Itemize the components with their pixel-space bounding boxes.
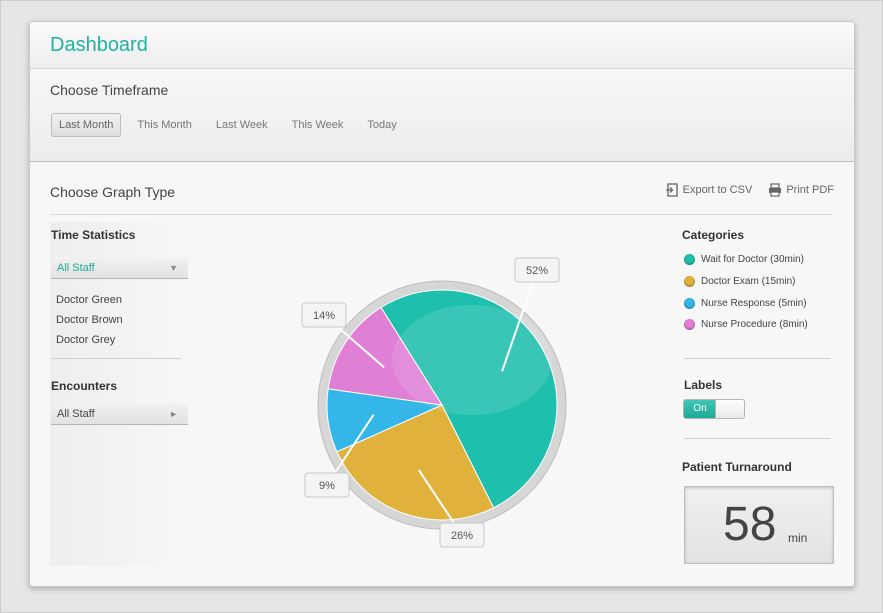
divider	[684, 438, 830, 439]
graph-actions: Export to CSV Print PDF	[665, 183, 834, 197]
tab-last-month[interactable]: Last Month	[51, 113, 122, 137]
legend-dot	[684, 276, 695, 287]
divider	[51, 358, 181, 359]
divider	[684, 358, 830, 359]
categories-label: Categories	[682, 228, 745, 242]
list-item[interactable]: Doctor Green	[56, 290, 123, 310]
legend-item-nurse-procedure: Nurse Procedure (8min)	[684, 319, 808, 330]
pie-chart: 52% 26% 9% 14%	[210, 232, 660, 572]
legend-dot	[684, 254, 695, 265]
labels-label: Labels	[684, 378, 723, 392]
print-pdf-label: Print PDF	[786, 184, 834, 196]
tab-last-week[interactable]: Last Week	[208, 113, 276, 137]
legend-label: Doctor Exam (15min)	[701, 276, 796, 287]
legend-item-wait-for-doctor: Wait for Doctor (30min)	[684, 254, 804, 265]
encounters-select-value: All Staff	[57, 408, 95, 420]
data-label-nurse-response: 9%	[319, 480, 335, 492]
export-csv-label: Export to CSV	[682, 184, 753, 196]
timeframe-title: Choose Timeframe	[50, 82, 169, 98]
divider	[50, 214, 833, 215]
time-statistics-select-value: All Staff	[57, 262, 95, 274]
graph-type-title: Choose Graph Type	[50, 184, 176, 200]
tab-this-week[interactable]: This Week	[284, 113, 352, 137]
data-label-wait-for-doctor: 52%	[526, 265, 548, 277]
header: Dashboard	[30, 22, 854, 69]
export-icon	[665, 183, 678, 197]
encounters-label: Encounters	[51, 379, 118, 393]
legend-item-nurse-response: Nurse Response (5min)	[684, 298, 807, 309]
print-pdf-button[interactable]: Print PDF	[768, 183, 834, 197]
tab-today[interactable]: Today	[359, 113, 404, 137]
time-statistics-select[interactable]: All Staff ▼	[51, 257, 188, 279]
toggle-knob	[715, 400, 744, 418]
turnaround-value: 58	[723, 498, 777, 551]
data-label-doctor-exam: 26%	[451, 530, 473, 542]
list-item[interactable]: Doctor Grey	[56, 330, 123, 350]
chevron-right-icon: ►	[169, 409, 178, 419]
turnaround-unit: min	[788, 531, 808, 545]
labels-toggle-on: On	[684, 400, 716, 418]
page-title: Dashboard	[50, 34, 148, 56]
timeframe-tabs: Last Month This Month Last Week This Wee…	[51, 113, 405, 137]
export-csv-button[interactable]: Export to CSV	[665, 183, 753, 197]
tab-this-month[interactable]: This Month	[129, 113, 199, 137]
legend-label: Nurse Procedure (8min)	[701, 319, 808, 330]
staff-list: Doctor Green Doctor Brown Doctor Grey	[56, 290, 123, 350]
list-item[interactable]: Doctor Brown	[56, 310, 123, 330]
dashboard-panel: Dashboard Choose Timeframe Last Month Th…	[29, 21, 855, 587]
turnaround-box: 58 min	[684, 486, 834, 564]
turnaround-label: Patient Turnaround	[682, 460, 792, 474]
encounters-select[interactable]: All Staff ►	[51, 403, 188, 425]
pie-chart-svg: 52% 26% 9% 14%	[301, 257, 567, 548]
labels-toggle[interactable]: On	[683, 399, 745, 419]
pie-gloss	[392, 305, 552, 415]
chevron-down-icon: ▼	[169, 263, 178, 273]
printer-icon	[769, 183, 782, 197]
time-statistics-label: Time Statistics	[51, 228, 136, 242]
app-window: Dashboard Choose Timeframe Last Month Th…	[0, 0, 883, 613]
legend-dot	[684, 298, 695, 309]
legend-label: Wait for Doctor (30min)	[701, 254, 804, 265]
legend-label: Nurse Response (5min)	[701, 298, 807, 309]
legend-dot	[684, 319, 695, 330]
data-label-nurse-procedure: 14%	[313, 310, 335, 322]
legend-item-doctor-exam: Doctor Exam (15min)	[684, 276, 795, 287]
